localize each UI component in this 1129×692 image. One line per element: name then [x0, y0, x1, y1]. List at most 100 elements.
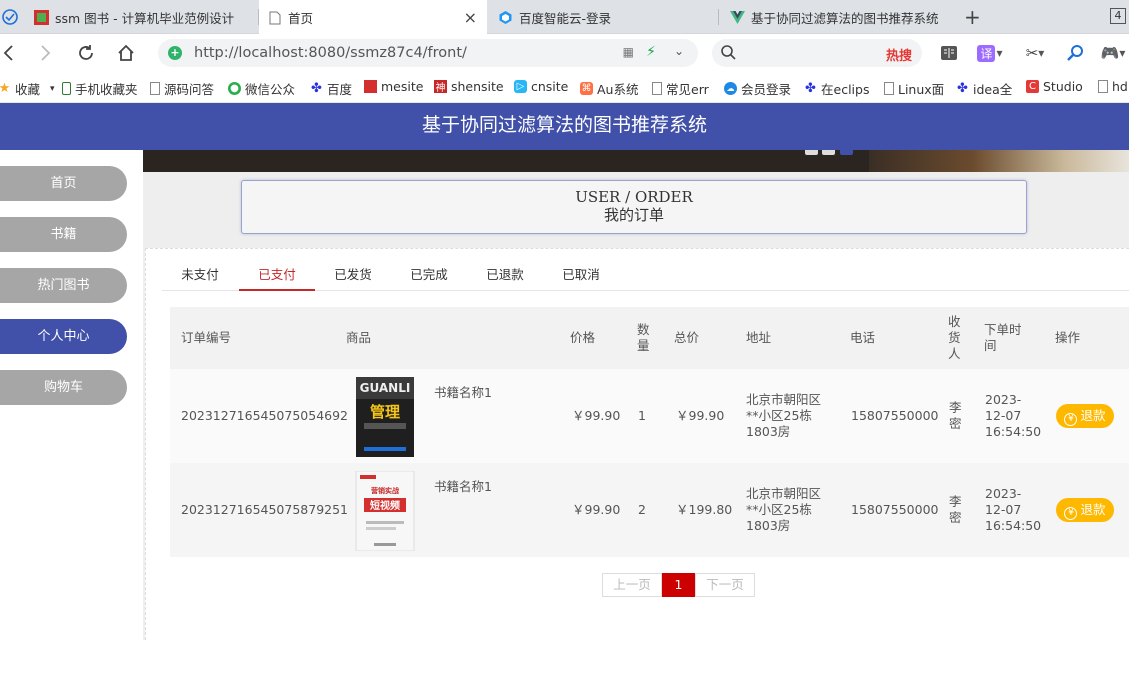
product-name[interactable]: 书籍名称1	[434, 479, 492, 495]
bookmark-au[interactable]: ⌘ Au系统	[580, 79, 638, 98]
tab-shipped[interactable]: 已发货	[315, 263, 391, 291]
bookmark-mobile[interactable]: 手机收藏夹	[62, 79, 138, 98]
tab-ssm[interactable]: ssm 图书 - 计算机毕业范例设计	[26, 0, 258, 34]
site-header: 基于协同过滤算法的图书推荐系统	[0, 103, 1129, 150]
translate-icon[interactable]: 译 ▾	[976, 43, 1004, 63]
quantity: 2	[638, 502, 646, 517]
secure-icon: +	[168, 46, 182, 60]
search-icon	[721, 45, 736, 60]
star-icon: ★	[0, 81, 11, 96]
book-cover-image[interactable]: GUANLI 管理	[354, 377, 416, 457]
order-no: 20231271654507505469­2	[181, 408, 349, 423]
magnifier-icon[interactable]	[1064, 43, 1086, 63]
url-text: http://localhost:8080/ssmz87c4/front/	[194, 45, 467, 61]
baidu-paw-icon: ✤	[957, 81, 968, 96]
address: 北京市朝阳区**小区25栋1803房	[746, 392, 822, 439]
address: 北京市朝阳区**小区25栋1803房	[746, 486, 822, 533]
bookmark-mesite[interactable]: mesite	[364, 79, 423, 94]
carousel-dot[interactable]	[840, 150, 853, 155]
tab-home[interactable]: 首页 ×	[259, 0, 487, 35]
close-icon[interactable]: ×	[464, 8, 477, 27]
sidebar-item-home[interactable]: 首页	[0, 166, 127, 201]
bookmark-studio[interactable]: C Studio	[1026, 79, 1083, 94]
site-favicon-icon	[34, 9, 49, 25]
search-box[interactable]: 热搜	[712, 39, 922, 67]
order-panel: 未支付 已支付 已发货 已完成 已退款 已取消 订单编号 商品 价格 数量 总价…	[145, 248, 1129, 640]
tab-refunded[interactable]: 已退款	[467, 263, 543, 291]
carousel-dot[interactable]	[805, 150, 818, 155]
bookmark-hd[interactable]: hd	[1098, 79, 1128, 94]
game-icon[interactable]: 🎮 ▾	[1098, 43, 1128, 63]
refund-button[interactable]: ¥ 退款	[1056, 498, 1114, 522]
bookmark-source-qa[interactable]: 源码问答	[150, 79, 214, 98]
sidebar: 首页 书籍 热门图书 个人中心 购物车	[0, 150, 143, 690]
bookmark-cnsite[interactable]: ▷ cnsite	[514, 79, 568, 94]
sidebar-item-hot-books[interactable]: 热门图书	[0, 268, 127, 303]
page-1-button[interactable]: 1	[662, 573, 695, 597]
cloud-favicon-icon	[498, 10, 513, 25]
tab-cancelled[interactable]: 已取消	[543, 263, 619, 291]
page-icon	[884, 82, 894, 95]
tab-baidu-cloud[interactable]: 百度智能云-登录	[490, 0, 718, 34]
site-favicon-icon	[364, 80, 377, 93]
header-phone: 电话	[850, 330, 876, 345]
bookmark-wechat[interactable]: ● 微信公众	[228, 79, 295, 98]
hot-search-label: 热搜	[885, 49, 912, 64]
banner-image	[143, 150, 1129, 172]
new-tab-button[interactable]: +	[956, 0, 982, 34]
tab-completed[interactable]: 已完成	[391, 263, 467, 291]
bookmark-linux[interactable]: Linux面	[884, 79, 944, 98]
header-order-no: 订单编号	[181, 330, 232, 345]
site-favicon-icon: ⌘	[580, 82, 593, 95]
bookmark-shensite[interactable]: 神 shensite	[434, 79, 504, 94]
bookmark-err[interactable]: 常见err	[652, 79, 709, 98]
refund-button[interactable]: ¥ 退款	[1056, 404, 1114, 428]
forward-button[interactable]	[34, 41, 58, 65]
sidebar-item-books[interactable]: 书籍	[0, 217, 127, 252]
bookmark-eclipse[interactable]: ✤ 在eclips	[804, 79, 869, 98]
home-button[interactable]	[114, 41, 138, 65]
page-icon	[150, 82, 160, 95]
header-receiver: 收货人	[948, 314, 961, 361]
header-qty: 数量	[637, 322, 650, 353]
receiver: 李密	[949, 400, 962, 431]
scissors-icon[interactable]: ✂ ▾	[1020, 43, 1050, 63]
bookmark-baidu[interactable]: ✤ 百度	[310, 79, 352, 98]
product-name[interactable]: 书籍名称1	[434, 385, 492, 401]
vue-favicon-icon	[730, 10, 745, 25]
reload-button[interactable]	[74, 41, 98, 65]
book-cover-image[interactable]: 营销实战 短视频	[354, 470, 416, 552]
bookmark-favorites[interactable]: ★ 收藏 ▾	[0, 79, 55, 98]
page-title-cn: 我的订单	[603, 206, 664, 224]
svg-text:营销实战: 营销实战	[371, 486, 399, 495]
header-time: 下单时间	[984, 322, 1022, 353]
tab-book-system[interactable]: 基于协同过滤算法的图书推荐系统	[722, 0, 950, 34]
back-button[interactable]	[0, 41, 20, 65]
phone-icon	[62, 82, 71, 95]
next-page-button[interactable]: 下一页	[695, 573, 755, 597]
tab-label: ssm 图书 - 计算机毕业范例设计	[55, 10, 235, 26]
site-favicon-icon: ▷	[514, 80, 527, 93]
header-product: 商品	[346, 330, 372, 345]
tab-paid[interactable]: 已支付	[239, 263, 315, 291]
table-header: 订单编号 商品 价格 数量 总价 地址 电话 收货人 下单时间 操作	[170, 307, 1129, 369]
reader-icon[interactable]	[938, 43, 960, 63]
chevron-down-icon[interactable]: ⌄	[674, 44, 684, 58]
site-favicon-icon: C	[1026, 80, 1039, 93]
address-bar[interactable]: + http://localhost:8080/ssmz87c4/front/ …	[158, 39, 698, 67]
lightning-icon[interactable]: ⚡	[646, 44, 656, 60]
bookmark-member[interactable]: ☁ 会员登录	[724, 79, 791, 98]
bookmark-idea[interactable]: ✤ idea全	[956, 79, 1012, 98]
sidebar-item-personal-center[interactable]: 个人中心	[0, 319, 127, 354]
total: ￥99.90	[676, 408, 725, 423]
tab-unpaid[interactable]: 未支付	[162, 263, 238, 291]
carousel-dot[interactable]	[822, 150, 835, 155]
site-title: 基于协同过滤算法的图书推荐系统	[421, 114, 707, 136]
tab-count-badge[interactable]: 4	[1110, 8, 1126, 24]
qr-icon[interactable]: ▦	[623, 45, 634, 59]
baidu-paw-icon: ✤	[805, 81, 816, 96]
prev-page-button[interactable]: 上一页	[602, 573, 662, 597]
sidebar-item-cart[interactable]: 购物车	[0, 370, 127, 405]
price: ￥99.90	[572, 408, 621, 423]
site-favicon-icon: 神	[434, 80, 447, 94]
